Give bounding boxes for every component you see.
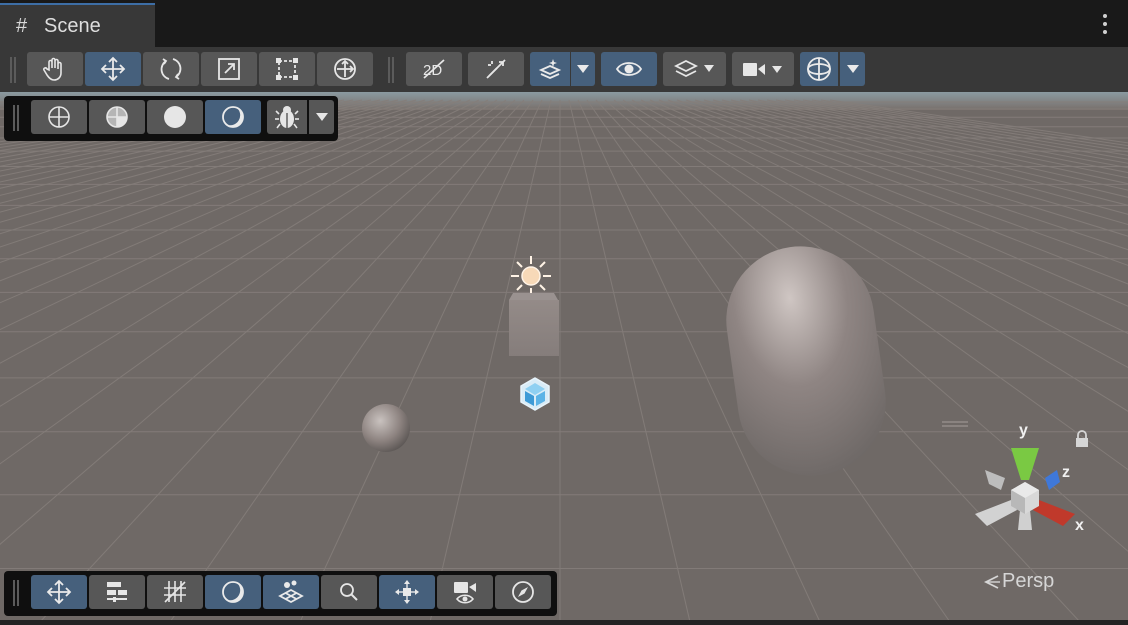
cube[interactable] (509, 293, 559, 356)
shaded-wireframe-icon (106, 106, 128, 128)
bottom-strip (0, 620, 1128, 625)
layers-dropdown-button[interactable] (663, 52, 726, 86)
effects-dropdown[interactable] (571, 52, 595, 86)
sliders-icon (107, 582, 127, 602)
wireframe-icon (48, 106, 70, 128)
package-icon[interactable] (520, 377, 550, 411)
move-icon (46, 579, 72, 605)
effects-toggle-button[interactable] (530, 52, 570, 86)
snap-settings-button[interactable] (89, 575, 145, 609)
2d-icon: 2D (423, 59, 445, 79)
persp-label: Persp (1002, 570, 1055, 592)
render-mode-button[interactable] (205, 575, 261, 609)
camera-overlay-button[interactable] (437, 575, 493, 609)
2d-toggle-button[interactable]: 2D (406, 52, 462, 86)
overlay-grip[interactable] (13, 580, 19, 606)
gizmo-y-label: y (1019, 422, 1028, 439)
unlit-icon (222, 106, 244, 128)
shaded-wireframe-mode-button[interactable] (89, 100, 145, 134)
rect-tool-button[interactable] (259, 52, 315, 86)
view-projection-toggle[interactable]: Persp (982, 570, 1054, 593)
camera-eye-icon (454, 582, 476, 604)
scene-viewport[interactable]: y z x (0, 92, 1128, 622)
unlit-icon (222, 581, 244, 603)
hash-icon: # (16, 14, 28, 37)
camera-dropdown-button[interactable] (732, 52, 794, 86)
gizmo-icon (807, 57, 831, 81)
overlay-grip[interactable] (13, 105, 19, 131)
rotate-icon (160, 58, 182, 80)
lighting-toggle-button[interactable] (468, 52, 524, 86)
wireframe-mode-button[interactable] (31, 100, 87, 134)
gizmos-dropdown[interactable] (840, 52, 865, 86)
tools-overlay (4, 571, 557, 616)
scene-canvas[interactable] (0, 92, 1128, 622)
debug-mode-dropdown[interactable] (309, 100, 334, 134)
navigation-button[interactable] (495, 575, 551, 609)
scale-icon (218, 58, 240, 80)
pivot-icon (395, 580, 419, 604)
search-icon (340, 583, 358, 601)
pivot-tool-button[interactable] (379, 575, 435, 609)
lighting-off-icon (486, 59, 506, 79)
search-button[interactable] (321, 575, 377, 609)
transform-tool-button[interactable] (317, 52, 373, 86)
toolbar-grip-2[interactable] (388, 57, 394, 83)
scale-tool-button[interactable] (201, 52, 257, 86)
unlit-mode-button[interactable] (205, 100, 261, 134)
camera-icon (743, 63, 782, 76)
draw-mode-overlay (4, 96, 338, 141)
sphere[interactable] (362, 404, 410, 452)
kebab-menu-icon[interactable] (1102, 14, 1108, 34)
scene-tab-title: Scene (44, 14, 101, 37)
bug-icon (275, 106, 299, 129)
debug-mode-button[interactable] (267, 100, 307, 134)
transform-icon (334, 58, 356, 80)
compass-icon (512, 581, 534, 603)
effects-icon (538, 59, 562, 79)
light-icon[interactable] (511, 256, 551, 296)
hand-icon (43, 57, 62, 81)
gizmo-z-label: z (1062, 464, 1070, 481)
scene-toolbar: 2D (0, 47, 1128, 92)
eye-icon (615, 62, 643, 76)
chevron-down-icon (577, 65, 589, 73)
chevron-down-icon (315, 113, 328, 121)
scene-tab[interactable]: # Scene (0, 3, 155, 47)
grid-settings-button[interactable] (147, 575, 203, 609)
orientation-button[interactable] (263, 575, 319, 609)
shaded-mode-button[interactable] (147, 100, 203, 134)
rect-icon (276, 58, 298, 80)
hand-tool-button[interactable] (27, 52, 83, 86)
move-tool-button[interactable] (85, 52, 141, 86)
gizmo-x-label: x (1075, 517, 1084, 534)
toolbar-grip[interactable] (10, 57, 16, 83)
chevron-left-icon (983, 574, 1000, 589)
move-icon (100, 56, 126, 82)
tool-settings-button[interactable] (31, 575, 87, 609)
rotate-tool-button[interactable] (143, 52, 199, 86)
visibility-toggle-button[interactable] (601, 52, 657, 86)
gizmos-toggle-button[interactable] (800, 52, 838, 86)
shaded-icon (164, 106, 186, 128)
tab-bar: # Scene (0, 0, 1128, 47)
plane-icon (278, 580, 304, 604)
grid-icon (164, 581, 186, 603)
chevron-down-icon (846, 65, 859, 73)
layers-icon (673, 59, 714, 78)
